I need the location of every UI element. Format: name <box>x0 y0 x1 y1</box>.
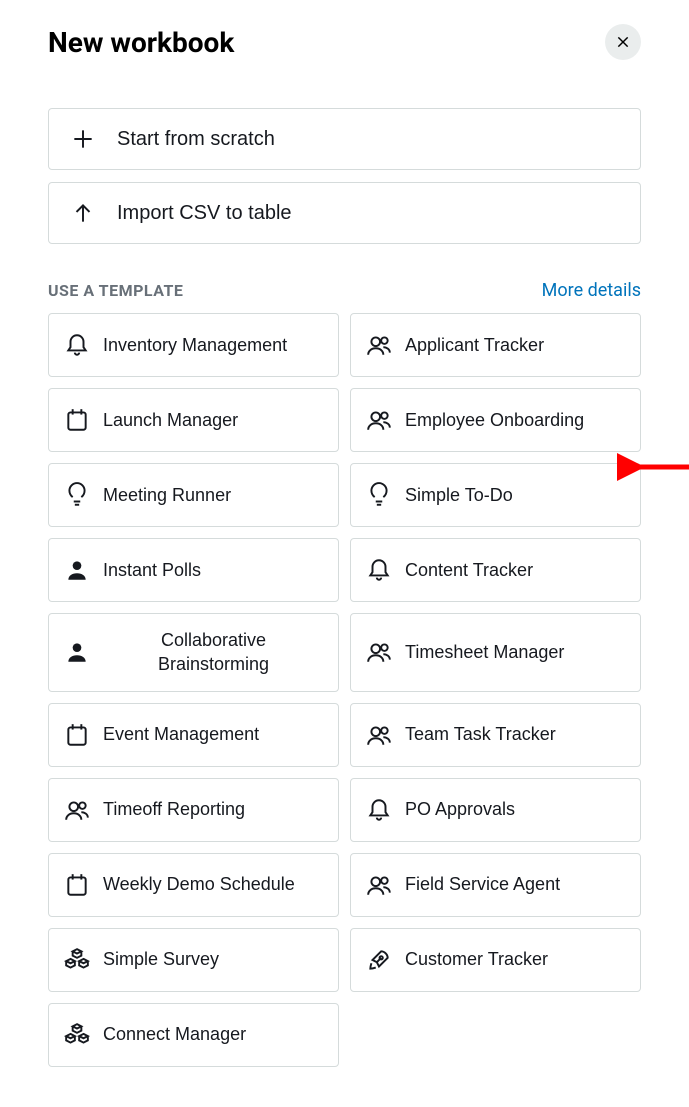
template-applicant-tracker[interactable]: Applicant Tracker <box>350 313 641 377</box>
person-icon <box>63 556 91 584</box>
calendar-icon <box>63 871 91 899</box>
template-label: Content Tracker <box>405 558 533 582</box>
template-label: Field Service Agent <box>405 872 560 896</box>
cubes-icon <box>63 1021 91 1049</box>
template-launch-manager[interactable]: Launch Manager <box>48 388 339 452</box>
template-simple-survey[interactable]: Simple Survey <box>48 928 339 992</box>
bell-icon <box>63 331 91 359</box>
template-po-approvals[interactable]: PO Approvals <box>350 778 641 842</box>
template-label: Simple Survey <box>103 947 219 971</box>
import-csv-button[interactable]: Import CSV to table <box>48 182 641 244</box>
template-label: Customer Tracker <box>405 947 548 971</box>
template-label: Inventory Management <box>103 333 287 357</box>
calendar-icon <box>63 721 91 749</box>
cubes-icon <box>63 946 91 974</box>
dialog-title: New workbook <box>48 26 234 59</box>
bell-icon <box>365 796 393 824</box>
template-label: Applicant Tracker <box>405 333 544 357</box>
new-workbook-dialog: New workbook Start from scratch Import C… <box>0 0 689 1107</box>
bell-icon <box>365 556 393 584</box>
upload-icon <box>69 199 97 227</box>
person-icon <box>63 638 91 666</box>
template-label: Weekly Demo Schedule <box>103 872 295 896</box>
start-scratch-label: Start from scratch <box>117 128 275 151</box>
template-team-task-tracker[interactable]: Team Task Tracker <box>350 703 641 767</box>
plus-icon <box>69 125 97 153</box>
people-icon <box>365 871 393 899</box>
template-content-tracker[interactable]: Content Tracker <box>350 538 641 602</box>
section-label: USE A TEMPLATE <box>48 281 183 300</box>
import-csv-label: Import CSV to table <box>117 202 292 225</box>
template-label: Meeting Runner <box>103 483 231 507</box>
more-details-link[interactable]: More details <box>542 280 641 301</box>
template-event-management[interactable]: Event Management <box>48 703 339 767</box>
template-label: Employee Onboarding <box>405 408 584 432</box>
calendar-icon <box>63 406 91 434</box>
template-label: Connect Manager <box>103 1022 246 1046</box>
people-icon <box>365 331 393 359</box>
template-timesheet-manager[interactable]: Timesheet Manager <box>350 613 641 692</box>
close-icon <box>616 35 630 49</box>
template-collaborative-brainstorming[interactable]: Collaborative Brainstorming <box>48 613 339 692</box>
template-inventory-management[interactable]: Inventory Management <box>48 313 339 377</box>
template-customer-tracker[interactable]: Customer Tracker <box>350 928 641 992</box>
template-label: Collaborative Brainstorming <box>103 628 324 677</box>
bulb-icon <box>365 481 393 509</box>
close-button[interactable] <box>605 24 641 60</box>
template-field-service-agent[interactable]: Field Service Agent <box>350 853 641 917</box>
people-icon <box>365 406 393 434</box>
people-icon <box>365 721 393 749</box>
template-label: Event Management <box>103 722 259 746</box>
template-label: Timesheet Manager <box>405 640 564 664</box>
people-icon <box>365 638 393 666</box>
template-label: PO Approvals <box>405 797 515 821</box>
rocket-icon <box>365 946 393 974</box>
template-label: Launch Manager <box>103 408 238 432</box>
template-timeoff-reporting[interactable]: Timeoff Reporting <box>48 778 339 842</box>
template-instant-polls[interactable]: Instant Polls <box>48 538 339 602</box>
template-label: Timeoff Reporting <box>103 797 245 821</box>
template-grid: Inventory Management Applicant Tracker Lau… <box>48 313 641 1067</box>
template-simple-to-do[interactable]: Simple To-Do <box>350 463 641 527</box>
template-label: Simple To-Do <box>405 483 513 507</box>
template-connect-manager[interactable]: Connect Manager <box>48 1003 339 1067</box>
people-icon <box>63 796 91 824</box>
template-weekly-demo-schedule[interactable]: Weekly Demo Schedule <box>48 853 339 917</box>
start-from-scratch-button[interactable]: Start from scratch <box>48 108 641 170</box>
template-label: Instant Polls <box>103 558 201 582</box>
template-meeting-runner[interactable]: Meeting Runner <box>48 463 339 527</box>
template-employee-onboarding[interactable]: Employee Onboarding <box>350 388 641 452</box>
template-label: Team Task Tracker <box>405 722 556 746</box>
bulb-icon <box>63 481 91 509</box>
